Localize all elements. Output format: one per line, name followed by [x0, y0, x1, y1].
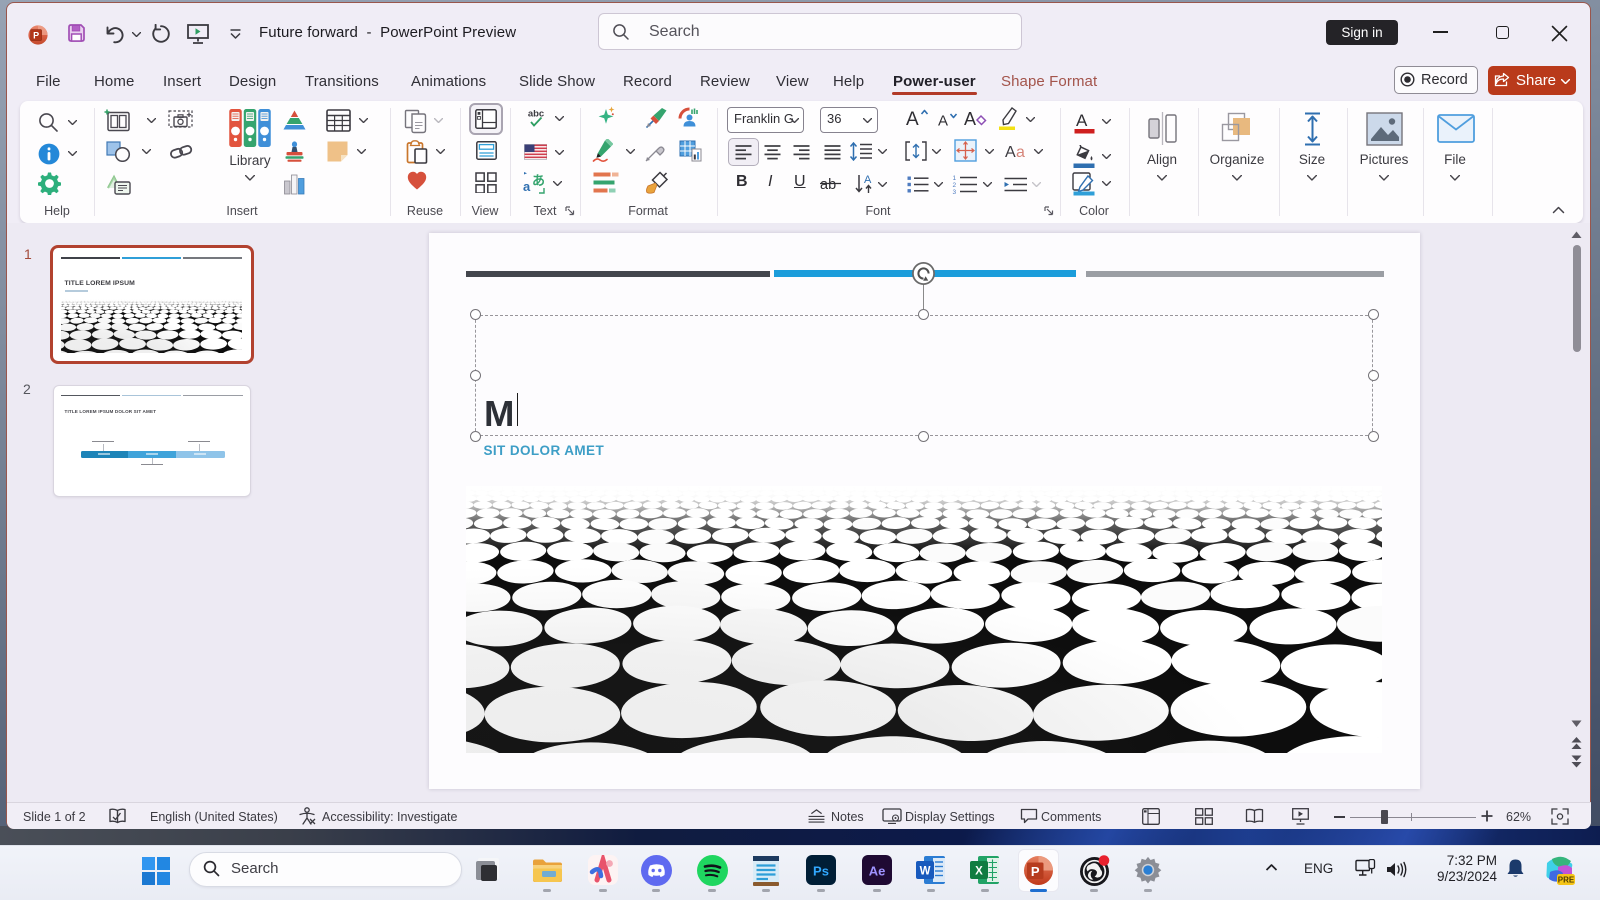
svg-text:あ: あ [532, 173, 545, 188]
svg-text:2: 2 [953, 182, 957, 189]
svg-text:a: a [1016, 144, 1025, 159]
svg-text:Ae: Ae [869, 864, 886, 879]
svg-text:A: A [938, 113, 948, 129]
svg-text:X: X [975, 866, 983, 878]
svg-text:1: 1 [953, 175, 957, 182]
svg-text:PRE: PRE [1558, 876, 1575, 885]
svg-text:A: A [1076, 111, 1088, 130]
svg-text:W: W [920, 866, 931, 878]
svg-text:A: A [1005, 144, 1016, 159]
svg-text:3: 3 [953, 189, 957, 194]
svg-text:A: A [964, 109, 976, 128]
svg-text:P: P [1030, 863, 1039, 878]
svg-text:ab: ab [820, 177, 836, 192]
svg-text:A: A [864, 174, 872, 186]
svg-text:A: A [906, 109, 919, 128]
svg-text:a: a [523, 179, 531, 194]
svg-text:P: P [33, 30, 39, 40]
svg-text:Ps: Ps [813, 864, 829, 879]
